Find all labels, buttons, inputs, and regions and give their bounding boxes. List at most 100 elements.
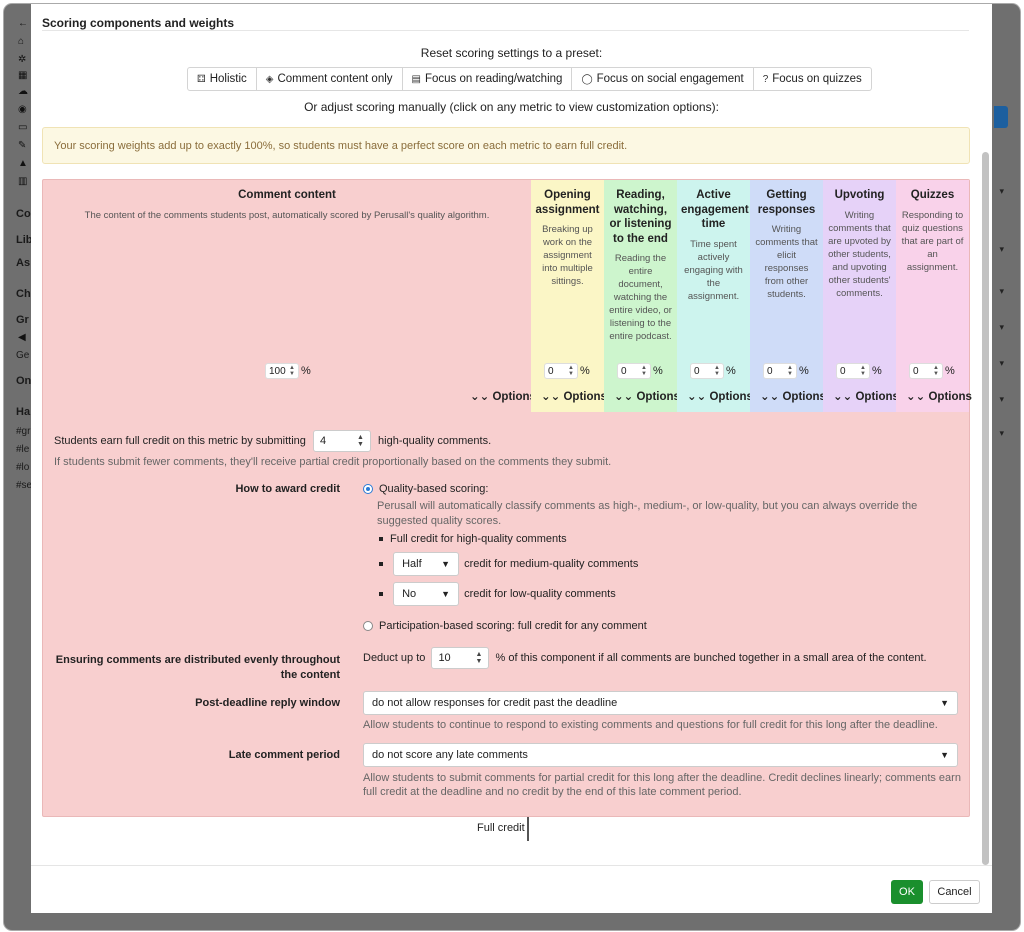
weight-stepper[interactable]: 100 ▲ ▼ [265,363,299,379]
options-toggle[interactable]: ⌄⌄ Options [906,389,972,403]
caret-down-icon: ▼ [441,589,451,599]
double-chevron-down-icon: ⌄⌄ [760,391,780,403]
metric-weight: 0 ▲ ▼ % [909,363,955,379]
metric-title: Comment content [238,189,336,201]
preset-holistic-button[interactable]: ⚃ Holistic [188,68,257,90]
metric-description: Writing comments that are upvoted by oth… [828,209,891,299]
metric-description: Breaking up work on the assignment into … [542,224,593,287]
modal-footer: OK Cancel [31,865,992,913]
reply-window-note: Allow students to continue to respond to… [363,719,938,731]
reply-window-select[interactable]: do not allow responses for credit past t… [363,691,958,715]
medium-credit-select[interactable]: Half ▼ [393,552,460,576]
weight-stepper[interactable]: 0 ▲ ▼ [690,363,724,379]
quality-scoring-option[interactable]: Quality-based scoring: [363,483,488,495]
stepper-arrows-icon: ▲ ▼ [860,365,866,377]
scoring-modal: Scoring components and weights Reset sco… [31,4,992,913]
modal-body: Scoring components and weights Reset sco… [31,4,992,865]
metrics-panel: Comment content The content of the comme… [42,179,972,817]
low-credit-select[interactable]: No ▼ [393,582,460,606]
caret-down-icon: ▼ [940,698,949,708]
deduct-row: Deduct up to 10 ▲ ▼ % of this component if… [363,647,927,669]
percent-sign: % [726,365,736,377]
earn-suffix: high-quality comments. [378,434,492,447]
late-period-note: Allow students to submit comments for pa… [363,772,961,798]
cloud-icon: ☁ [18,86,28,97]
preset-reading-button[interactable]: ▤ Focus on reading/watching [403,68,573,90]
double-chevron-down-icon: ⌄⌄ [614,391,634,403]
pencil-icon: ✎ [18,140,27,151]
metric-weight: 0 ▲ ▼ % [617,363,663,379]
calendar-icon: ▥ [18,176,28,187]
options-toggle[interactable]: ⌄⌄ Options [614,389,680,403]
comment-count-stepper[interactable]: 4 ▲ ▼ [312,430,371,452]
metric-weight: 0 ▲ ▼ % [690,363,736,379]
weights-alert: Your scoring weights add up to exactly 1… [42,127,970,164]
quality-scoring-description: Perusall will automatically classify com… [377,500,918,527]
radio-checked[interactable] [363,484,373,495]
stepper-arrows-icon: ▲ ▼ [933,365,939,377]
medium-quality-credit: Half ▼ credit for medium-quality comments [379,552,638,576]
cubes-icon: ⚃ [197,73,206,85]
chevron-down-icon: ▾ [999,286,1004,296]
late-period-select[interactable]: do not score any late comments ▼ [363,743,958,767]
ok-button[interactable]: OK [891,880,923,904]
preset-label: Reset scoring settings to a preset: [420,46,603,60]
deduct-percent-stepper[interactable]: 10 ▲ ▼ [431,647,490,669]
metric-weight: 0 ▲ ▼ % [763,363,809,379]
modal-scrollbar[interactable] [982,152,989,865]
percent-sign: % [799,365,809,377]
award-credit-label: How to award credit [235,483,340,495]
distribute-evenly-label: Ensuring comments are distributed evenly… [55,654,340,681]
weight-stepper[interactable]: 0 ▲ ▼ [836,363,870,379]
sidebar-fragment: #gr [16,426,31,437]
table-icon: ▦ [18,70,28,81]
title-divider [42,30,969,31]
options-toggle[interactable]: ⌄⌄ Options [687,389,753,403]
sidebar-fragment: #le [16,444,30,455]
preset-quizzes-button[interactable]: ? Focus on quizzes [754,68,871,90]
metric-weight: 0 ▲ ▼ % [544,363,590,379]
cube-icon: ◈ [265,73,274,85]
chevron-down-icon: ▾ [999,322,1004,332]
stepper-arrows-icon: ▲ ▼ [714,365,720,377]
double-chevron-down-icon: ⌄⌄ [833,391,853,403]
participation-scoring-option[interactable]: Participation-based scoring: full credit… [363,620,647,632]
options-toggle[interactable]: ⌄⌄ Options [470,389,536,403]
sidebar-fragment: #lo [16,462,30,473]
percent-sign: % [945,365,955,377]
book-icon: ▤ [411,73,421,85]
reply-window-label: Post-deadline reply window [195,697,340,709]
sidebar-fragment: Gr [16,314,29,326]
eye-icon: ◉ [18,104,27,115]
preset-label-text: Focus on social engagement [596,73,744,85]
percent-sign: % [580,365,590,377]
weight-stepper[interactable]: 0 ▲ ▼ [617,363,651,379]
percent-sign: % [301,365,311,377]
radio-unchecked[interactable] [363,621,373,632]
options-toggle[interactable]: ⌄⌄ Options [541,389,607,403]
question-icon: ? [762,73,769,85]
earn-credit-row: Students earn full credit on this metric… [54,430,491,452]
options-toggle[interactable]: ⌄⌄ Options [833,389,899,403]
chevron-down-icon: ▾ [999,394,1004,404]
warning-icon: ▲ [18,158,28,169]
preset-social-button[interactable]: ◯ Focus on social engagement [572,68,754,90]
bullet-icon [379,537,383,542]
weight-stepper[interactable]: 0 ▲ ▼ [909,363,943,379]
metric-description: Responding to quiz questions that are pa… [901,209,964,273]
sidebar-fragment: Ge [16,350,30,361]
weight-stepper[interactable]: 0 ▲ ▼ [544,363,578,379]
metric-title: Active engagement time [681,189,749,230]
cancel-button[interactable]: Cancel [929,880,980,904]
options-toggle[interactable]: ⌄⌄ Options [760,389,826,403]
preset-comment-content-button[interactable]: ◈ Comment content only [257,68,403,90]
stepper-arrows-icon: ▲ ▼ [357,434,364,448]
back-arrow-icon: ← [18,18,28,29]
stepper-arrows-icon: ▲ ▼ [475,651,483,665]
sidebar-fragment: Ha [16,406,31,418]
stepper-arrows-icon: ▲ ▼ [568,365,574,377]
preset-label-text: Holistic [209,73,247,85]
megaphone-icon: ◀ [18,332,26,343]
double-chevron-down-icon: ⌄⌄ [541,391,561,403]
weight-stepper[interactable]: 0 ▲ ▼ [763,363,797,379]
